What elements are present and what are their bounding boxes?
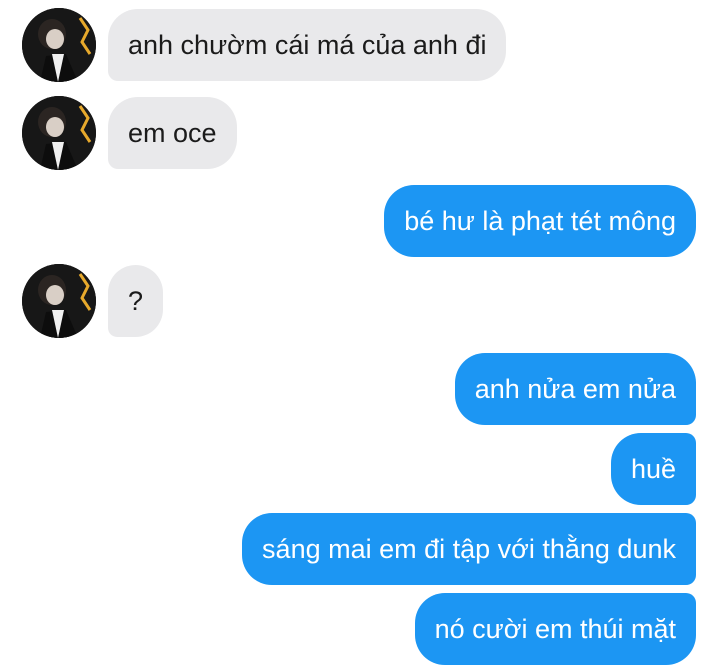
- message-row: em oce: [0, 96, 720, 170]
- avatar-photo: [22, 8, 96, 82]
- message-row: bé hư là phạt tét mông: [0, 185, 720, 257]
- contact-avatar[interactable]: [22, 8, 96, 82]
- message-bubble-outgoing[interactable]: bé hư là phạt tét mông: [384, 185, 696, 257]
- message-bubble-incoming[interactable]: ?: [108, 265, 164, 337]
- message-bubble-outgoing[interactable]: anh nửa em nửa: [454, 353, 696, 425]
- message-row: huề: [0, 433, 720, 505]
- message-bubble-outgoing[interactable]: huề: [610, 433, 696, 505]
- contact-avatar[interactable]: [22, 96, 96, 170]
- message-row: ?: [0, 264, 720, 338]
- message-bubble-incoming[interactable]: em oce: [108, 97, 237, 169]
- message-row: anh chườm cái má của anh đi: [0, 8, 720, 82]
- message-row: anh nửa em nửa: [0, 353, 720, 425]
- message-bubble-outgoing[interactable]: nó cười em thúi mặt: [414, 593, 696, 665]
- message-row: sáng mai em đi tập với thằng dunk: [0, 513, 720, 585]
- avatar-photo: [22, 264, 96, 338]
- chat-thread: anh chườm cái má của anh đi em oce bé hư…: [0, 0, 720, 672]
- message-bubble-outgoing[interactable]: sáng mai em đi tập với thằng dunk: [242, 513, 696, 585]
- message-row: nó cười em thúi mặt: [0, 593, 720, 665]
- message-bubble-incoming[interactable]: anh chườm cái má của anh đi: [108, 9, 507, 81]
- avatar-photo: [22, 96, 96, 170]
- contact-avatar[interactable]: [22, 264, 96, 338]
